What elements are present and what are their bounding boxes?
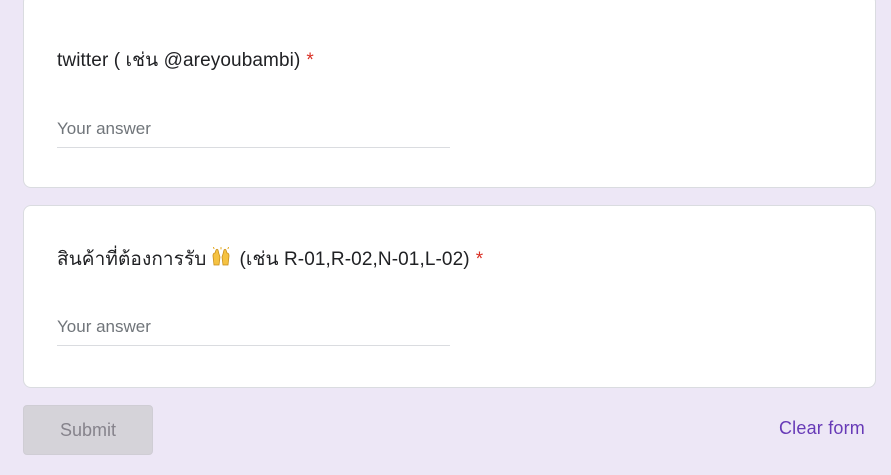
twitter-answer-input[interactable] xyxy=(57,119,450,148)
question-card-twitter: twitter ( เช่น @areyoubambi) * xyxy=(23,0,876,188)
question-title-text-suffix: (เช่น R-01,R-02,N-01,L-02) xyxy=(239,249,470,270)
question-title: สินค้าที่ต้องการรับ (เช่น R-01,R-02,N-01… xyxy=(57,244,483,274)
submit-button[interactable]: Submit xyxy=(23,405,153,455)
required-asterisk: * xyxy=(306,50,314,71)
required-asterisk: * xyxy=(475,249,484,270)
raising-hands-emoji-icon xyxy=(211,247,231,267)
question-title-text: twitter ( เช่น @areyoubambi) xyxy=(57,50,301,71)
clear-form-button[interactable]: Clear form xyxy=(779,418,865,439)
question-title: twitter ( เช่น @areyoubambi) * xyxy=(57,45,314,75)
products-answer-input[interactable] xyxy=(57,317,450,346)
question-title-text: สินค้าที่ต้องการรับ xyxy=(57,249,207,270)
question-card-products: สินค้าที่ต้องการรับ (เช่น R-01,R-02,N-01… xyxy=(23,205,876,388)
